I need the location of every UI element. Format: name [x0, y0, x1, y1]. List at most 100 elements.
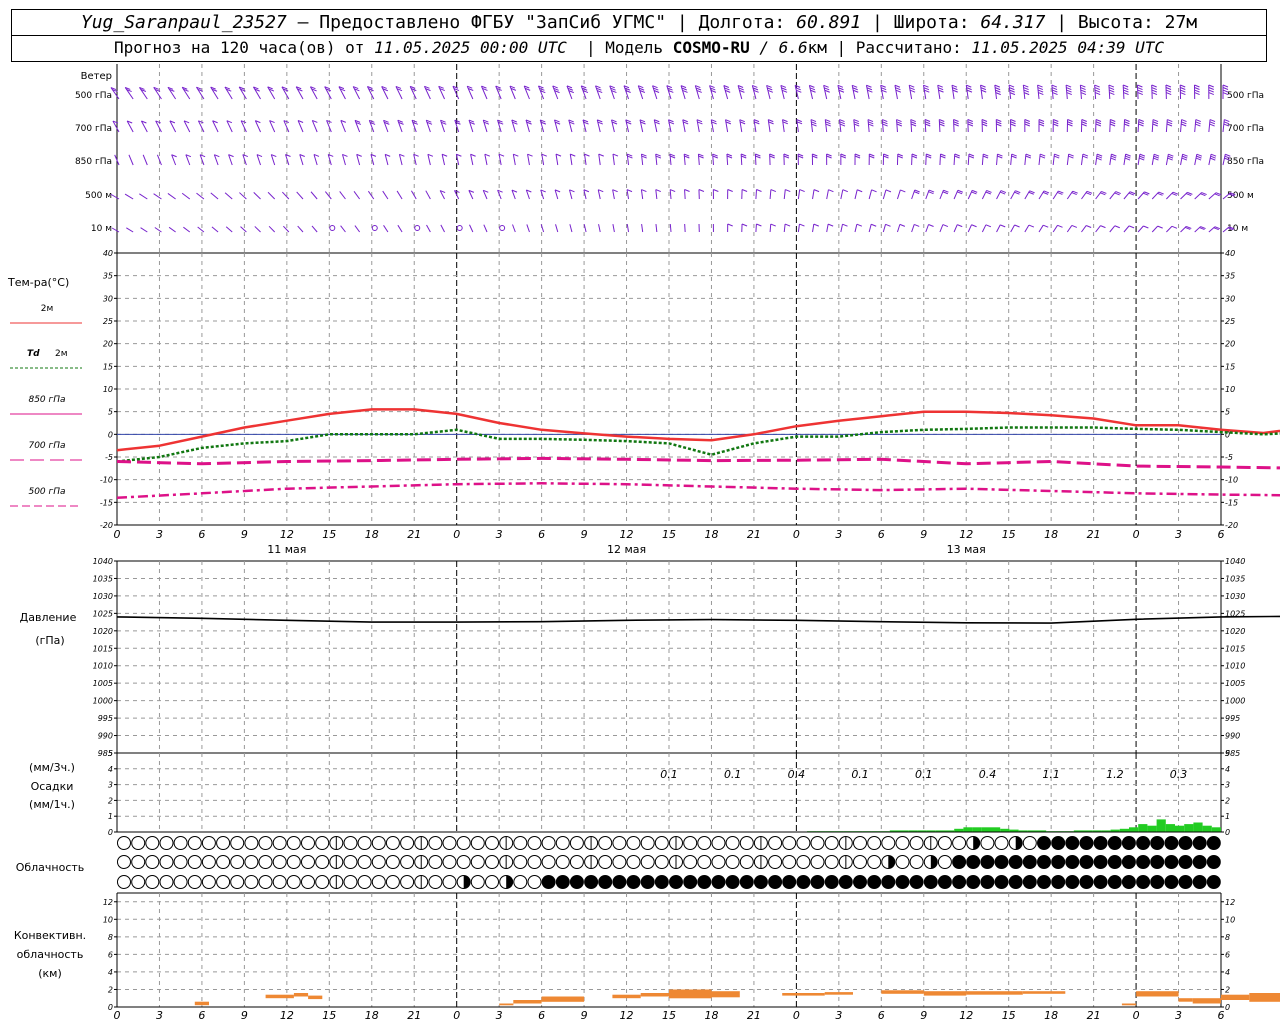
- wind-label: Ветер: [81, 71, 112, 82]
- conv-xtick-label: 0: [1133, 1009, 1140, 1022]
- wind-barb: [680, 85, 686, 100]
- prec-bar: [1156, 819, 1166, 832]
- wind-barb-flag: [953, 121, 959, 125]
- wind-barb: [1137, 154, 1141, 166]
- conv-xtick-label: 15: [1002, 1009, 1016, 1022]
- wind-barb-flag: [985, 224, 992, 228]
- prec-unit-bottom: (мм/1ч.): [29, 798, 75, 811]
- cloud-symbol: [1178, 875, 1193, 889]
- wind-barb-flag: [1209, 121, 1216, 125]
- wind-barb-flag: [1111, 153, 1117, 157]
- wind-barb: [540, 224, 545, 233]
- cloud-symbol: [541, 875, 556, 889]
- wind-barb-flag: [1166, 121, 1173, 125]
- cloud-symbol: [385, 855, 400, 869]
- wind-barb: [569, 154, 573, 166]
- wind-barb-flag: [1110, 155, 1117, 159]
- wind-barb-flag: [1125, 155, 1131, 159]
- wind-barb-flag: [1081, 119, 1087, 122]
- temp-xtick-label: 21: [407, 528, 421, 541]
- wind-barb: [140, 227, 148, 233]
- temp-ytick-right: 20: [1225, 340, 1235, 349]
- pres-ytick-right: 1005: [1225, 679, 1245, 688]
- temp-xtick-label: 18: [365, 528, 379, 541]
- cloud-symbol: [173, 836, 188, 850]
- cloud-symbol: [768, 836, 783, 850]
- pres-ytick-right: 995: [1225, 714, 1240, 723]
- wind-barb-flag: [1138, 121, 1144, 125]
- day-label: 11 мая: [267, 543, 306, 556]
- wind-barb-flag: [684, 189, 690, 192]
- wind-barb-flag: [994, 84, 1000, 88]
- conv-bar: [782, 993, 825, 996]
- wind-barb-flag: [741, 189, 748, 192]
- wind-barb: [896, 189, 901, 200]
- wind-barb-flag: [1124, 123, 1130, 127]
- cloud-symbol: [881, 875, 896, 889]
- wind-barb: [484, 154, 488, 166]
- temp-ytick-left: 25: [103, 317, 113, 326]
- cloud-symbol: [1051, 875, 1066, 889]
- wind-barb: [527, 154, 530, 166]
- wind-barb-flag: [727, 223, 733, 227]
- wind-barb: [339, 191, 346, 200]
- wind-barb-flag: [995, 92, 1001, 96]
- cloud-symbol: [725, 855, 740, 869]
- cloud-symbol: [994, 875, 1009, 889]
- cloud-symbol: [598, 836, 613, 850]
- cloud-symbol: [301, 855, 315, 869]
- prec-bar: [972, 827, 982, 832]
- wind-barb: [341, 154, 346, 166]
- wind-barb-flag: [1051, 87, 1058, 91]
- wind-barb-flag: [1210, 157, 1216, 161]
- wind-barb: [310, 191, 318, 200]
- pres-ytick-left: 995: [98, 714, 113, 723]
- wind-barb-flag: [1096, 153, 1103, 157]
- wind-barb: [1166, 225, 1173, 233]
- wind-barb: [253, 192, 261, 200]
- wind-barb: [723, 85, 729, 100]
- wind-barb-flag: [883, 153, 889, 157]
- conv-ytick-right: 12: [1225, 898, 1235, 907]
- cloud-symbol: [1037, 855, 1051, 869]
- wind-barb-flag: [1125, 153, 1131, 157]
- cloud-symbol: [952, 855, 967, 869]
- wind-barb: [1222, 119, 1225, 133]
- wind-barb-flag: [1053, 123, 1059, 127]
- wind-barb-flag: [980, 87, 987, 91]
- wind-barb-flag: [1051, 84, 1058, 88]
- wind-barb: [224, 192, 233, 200]
- temp-series-t500: [116, 482, 1280, 500]
- wind-barb-flag: [842, 223, 848, 227]
- wind-barb: [865, 85, 870, 100]
- cloud-symbol: [131, 875, 146, 889]
- wind-barb-flag: [1124, 119, 1130, 122]
- wind-barb-flag: [1108, 87, 1115, 91]
- wind-barb-flag: [1109, 92, 1115, 96]
- temp-ytick-right: 35: [1225, 272, 1235, 281]
- cloud-symbol: [796, 855, 811, 869]
- wind-barb-flag: [1081, 123, 1087, 127]
- cloud-symbol: [527, 836, 542, 850]
- wind-barb: [810, 119, 814, 133]
- pres-ytick-right: 1040: [1225, 557, 1245, 566]
- wind-barb-flag: [1208, 89, 1214, 93]
- cloud-symbol: [1107, 855, 1122, 869]
- wind-barb: [1109, 119, 1111, 133]
- wind-barb-flag: [840, 155, 847, 159]
- cloud-symbol: [1136, 855, 1151, 869]
- prec-ytick-left: 2: [108, 796, 113, 805]
- cloud-symbol: [485, 855, 499, 869]
- wind-barb: [398, 154, 403, 166]
- temp-ytick-right: -5: [1225, 453, 1233, 462]
- wind-barb: [396, 190, 403, 200]
- wind-barb: [210, 192, 219, 200]
- cloud-symbol-half: [930, 855, 938, 869]
- prec-bar: [1211, 827, 1221, 832]
- wind-barb: [128, 154, 134, 166]
- wind-barb-flag: [1195, 123, 1201, 127]
- wind-barb-flag: [1208, 92, 1214, 96]
- prec-annotation: 0.1: [660, 768, 678, 781]
- cloud-symbol: [697, 855, 712, 869]
- cloud-symbol: [1022, 855, 1037, 869]
